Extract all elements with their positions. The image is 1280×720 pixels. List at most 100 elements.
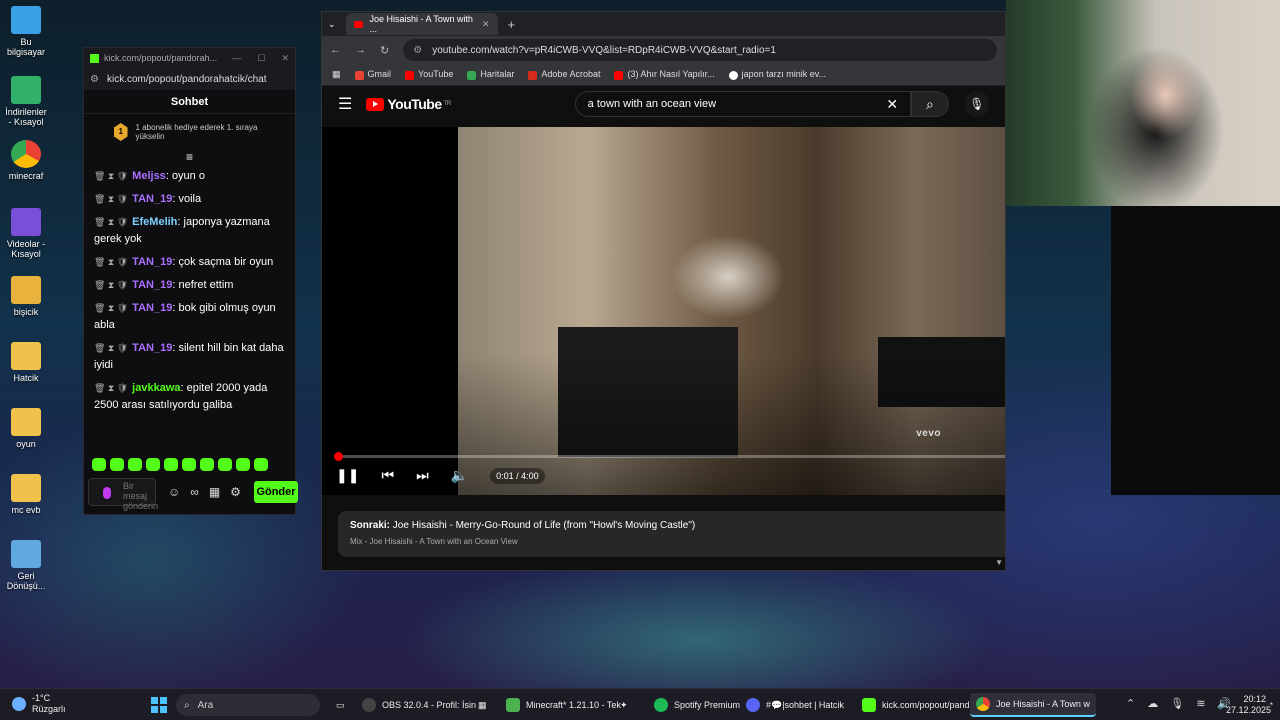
search-input[interactable]: a town with an ocean view ✕ (574, 91, 912, 117)
progress-bar[interactable] (333, 452, 1005, 461)
mod-actions-icon[interactable]: 🗑 ⧗ 🛡 (94, 171, 128, 181)
points-icon[interactable]: ∞ (190, 485, 199, 499)
search-button[interactable]: ⌕ (911, 91, 949, 117)
minimize-icon[interactable]: — (232, 53, 241, 64)
pause-icon[interactable]: ❚❚ (336, 467, 359, 484)
emote-icon[interactable] (110, 458, 124, 471)
desktop-icon-this-pc[interactable]: Bu bilgisayar (4, 6, 48, 57)
taskbar-app-minecraft[interactable]: Minecraft* 1.21.10 - Tek (500, 693, 627, 717)
mic-icon[interactable]: 🎙 (1170, 697, 1184, 710)
chat-username[interactable]: TAN_19 (132, 256, 172, 268)
forward-icon[interactable]: → (355, 44, 366, 56)
clear-search-icon[interactable]: ✕ (886, 96, 898, 113)
back-icon[interactable]: ← (330, 44, 341, 56)
desktop-icon-mc-evb[interactable]: mc evb (4, 474, 48, 515)
emote-icon[interactable] (182, 458, 196, 471)
emote-icon[interactable] (236, 458, 250, 471)
desktop-icon-hatcik[interactable]: Hatcik (4, 342, 48, 383)
settings-icon[interactable]: ⚙ (230, 485, 241, 499)
bookmark-youtube[interactable]: YouTube (405, 69, 453, 80)
scrubber-handle[interactable] (333, 452, 343, 461)
site-settings-icon[interactable]: ⚙ (90, 74, 99, 85)
maximize-icon[interactable]: ☐ (257, 53, 265, 64)
emote-icon[interactable] (200, 458, 214, 471)
emoji-icon[interactable]: ☺ (168, 485, 180, 499)
address-bar[interactable]: ⚙ youtube.com/watch?v=pR4iCWB-VVQ&list=R… (403, 39, 997, 61)
bookmark-gmail[interactable]: Gmail (354, 69, 391, 80)
store-icon[interactable]: ▦ (209, 485, 220, 499)
chat-username[interactable]: TAN_19 (132, 279, 172, 291)
mod-actions-icon[interactable]: 🗑 ⧗ 🛡 (94, 303, 128, 313)
chat-username[interactable]: TAN_19 (132, 302, 172, 314)
up-next-panel[interactable]: Sonraki: Joe Hisaishi - Merry-Go-Round o… (338, 511, 1005, 557)
desktop-icon-bisicik[interactable]: bişicik (4, 276, 48, 317)
weather-widget[interactable]: -1°C Rüzgarlı (12, 693, 66, 715)
mod-actions-icon[interactable]: 🗑 ⧗ 🛡 (94, 343, 128, 353)
app-icon[interactable]: ✦ (614, 693, 634, 717)
clock[interactable]: 20:12 27.12.2025 (1226, 694, 1271, 716)
task-view-icon[interactable]: ▭ (330, 693, 351, 717)
mod-actions-icon[interactable]: 🗑 ⧗ 🛡 (94, 194, 128, 204)
store-icon[interactable]: ▦ (472, 693, 493, 717)
chat-username[interactable]: EfeMelih (132, 216, 177, 228)
filter-icon[interactable]: ≡ (84, 150, 295, 168)
tab-youtube[interactable]: Joe Hisaishi - A Town with ... ✕ (345, 13, 498, 35)
taskbar-app-chrome[interactable]: Joe Hisaishi - A Town w (970, 693, 1096, 717)
wifi-icon[interactable]: ≋ (1196, 697, 1205, 710)
cloud-icon[interactable]: ☁ (1147, 697, 1158, 710)
chat-username[interactable]: Meljss (132, 170, 166, 182)
bookmark-acrobat[interactable]: Adobe Acrobat (528, 69, 600, 80)
bookmark-maps[interactable]: Haritalar (467, 69, 514, 80)
desktop-icon-oyun[interactable]: oyun (4, 408, 48, 449)
taskbar-app-spotify[interactable]: Spotify Premium (648, 693, 746, 717)
bookmark-japon[interactable]: japon tarzı minik ev... (728, 69, 826, 80)
site-info-icon[interactable]: ⚙ (413, 45, 422, 56)
mod-actions-icon[interactable]: 🗑 ⧗ 🛡 (94, 257, 128, 267)
desktop-icon-videos[interactable]: Videolar - Kısayol (4, 208, 48, 259)
next-icon[interactable]: ⏭ (416, 467, 429, 484)
scroll-down-icon[interactable]: ▼ (995, 558, 1003, 567)
taskbar-app-obs[interactable]: OBS 32.0.4 - Profil: İsin (356, 693, 482, 717)
tab-search-icon[interactable]: ⌄ (328, 19, 336, 30)
emote-icon[interactable] (146, 458, 160, 471)
gift-sub-promo[interactable]: 1 1 abonelik hediye ederek 1. sıraya yük… (84, 114, 295, 150)
apps-icon[interactable]: ▦ (332, 69, 341, 80)
chevron-up-icon[interactable]: ⌃ (1126, 697, 1135, 710)
mod-actions-icon[interactable]: 🗑 ⧗ 🛡 (94, 217, 128, 227)
chat-username[interactable]: TAN_19 (132, 193, 172, 205)
desktop-icon-downloads[interactable]: İndirilenler - Kısayol (4, 76, 48, 127)
previous-icon[interactable]: ⏮ (381, 467, 394, 484)
volume-icon[interactable]: 🔈 (451, 467, 468, 484)
youtube-logo[interactable]: YouTube TR (366, 96, 451, 112)
emote-icon[interactable] (164, 458, 178, 471)
mod-actions-icon[interactable]: 🗑 ⧗ 🛡 (94, 280, 128, 290)
emote-icon[interactable] (254, 458, 268, 471)
close-icon[interactable]: ✕ (281, 53, 289, 64)
new-tab-icon[interactable]: + (508, 17, 516, 32)
taskbar-app-discord[interactable]: #💬|sohbet | Hatcik (740, 693, 850, 717)
kick-address-bar[interactable]: ⚙ kick.com/popout/pandorahatcik/chat (84, 68, 295, 90)
bookmark-ahir[interactable]: (3) Ahır Nasıl Yapılır... (614, 69, 715, 80)
notification-icon[interactable]: ◔ (1268, 699, 1276, 709)
chat-username[interactable]: TAN_19 (132, 342, 172, 354)
mic-icon[interactable] (103, 487, 111, 499)
emote-icon[interactable] (218, 458, 232, 471)
chat-input[interactable]: Bir mesaj gönderin (88, 478, 158, 511)
close-tab-icon[interactable]: ✕ (482, 19, 490, 30)
taskbar-app-kick[interactable]: kick.com/popout/pand (856, 693, 976, 717)
emote-icon[interactable] (128, 458, 142, 471)
taskbar-search[interactable]: ⌕ Ara (176, 694, 320, 716)
reload-icon[interactable]: ↻ (380, 44, 389, 57)
desktop-icon-minecraf[interactable]: minecraf (4, 140, 48, 181)
desktop-icon-recycle-bin[interactable]: Geri Dönüşü... (4, 540, 48, 591)
mod-actions-icon[interactable]: 🗑 ⧗ 🛡 (94, 383, 128, 393)
video-frame[interactable] (458, 127, 1005, 495)
send-button[interactable]: Gönder (254, 481, 298, 503)
menu-icon[interactable]: ☰ (338, 94, 352, 114)
chat-tools: ☺ ∞ ▦ ⚙ (168, 485, 241, 499)
emote-icon[interactable] (92, 458, 106, 471)
voice-search-button[interactable]: 🎙 (964, 91, 989, 117)
video-player[interactable]: vevo ❚❚ ⏮ ⏭ 🔈 0:01 / 4:00 ▭ ⚙ ▣ ⤢ (322, 127, 1005, 495)
start-button[interactable] (151, 697, 167, 713)
chat-username[interactable]: javkkawa (132, 382, 180, 394)
